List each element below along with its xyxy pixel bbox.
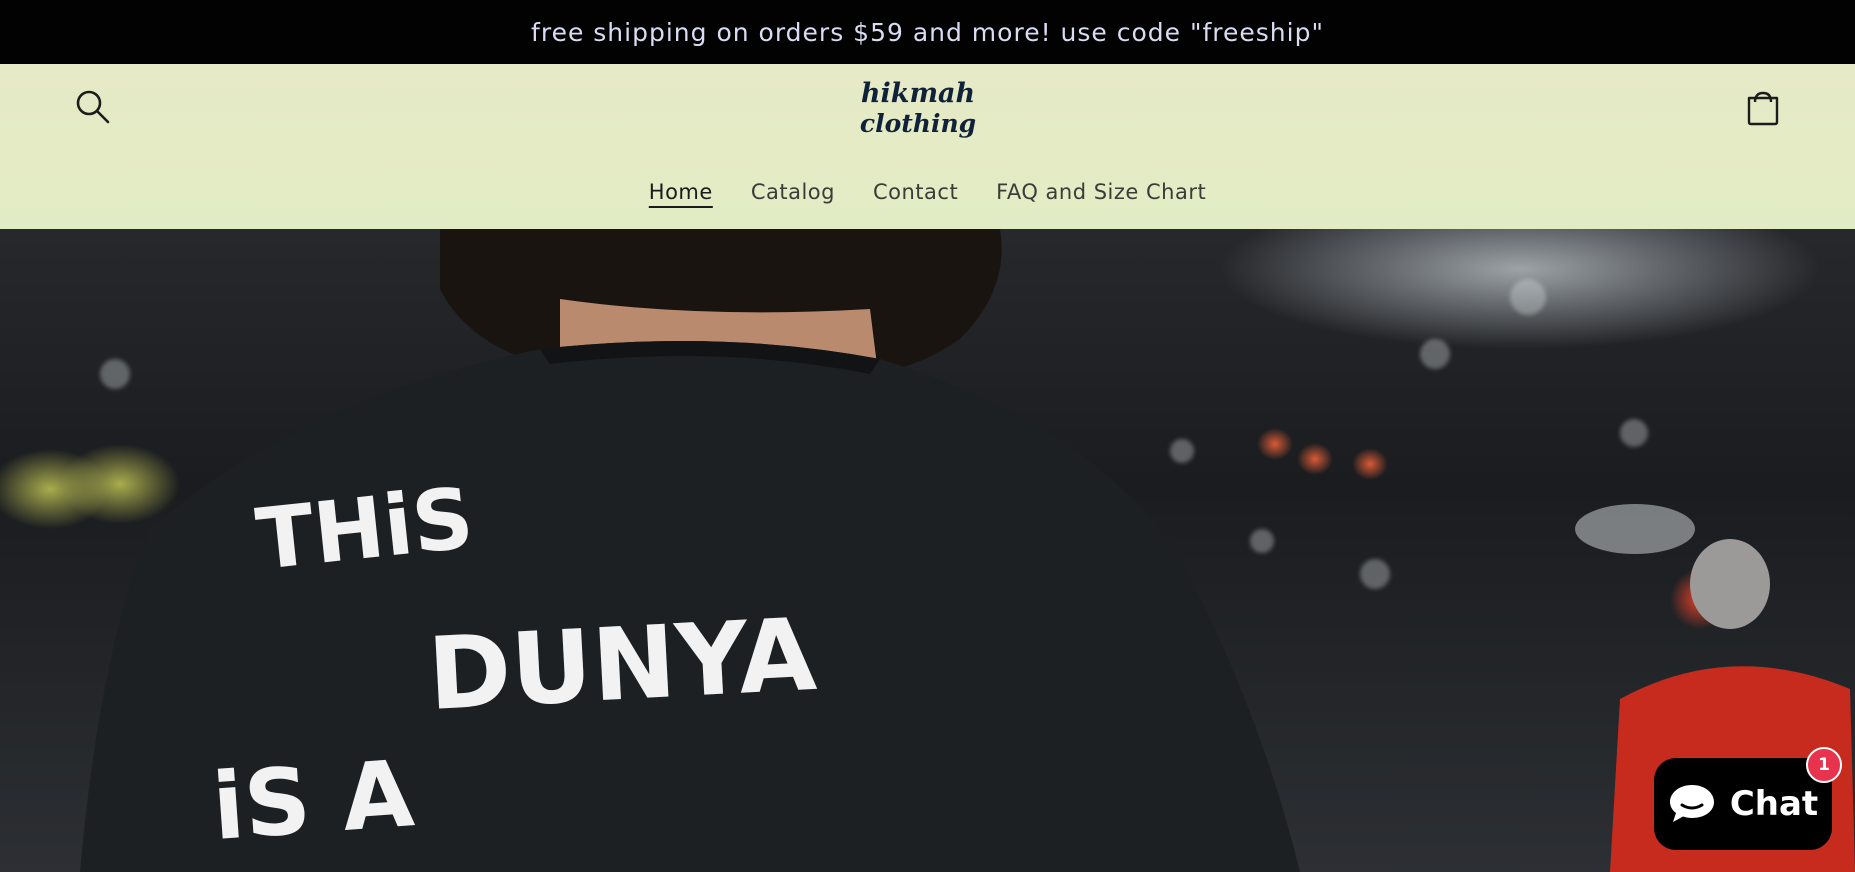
bokeh-light (1510, 279, 1546, 315)
main-nav: Home Catalog Contact FAQ and Size Chart (0, 180, 1855, 220)
announcement-text: free shipping on orders $59 and more! us… (531, 17, 1324, 47)
bokeh-light (1420, 339, 1450, 369)
chat-button[interactable]: Chat (1654, 758, 1832, 850)
shirt-print: THiS DUNYA iS A (209, 469, 819, 861)
nav-faq-size-chart[interactable]: FAQ and Size Chart (996, 180, 1206, 220)
nav-home[interactable]: Home (649, 180, 713, 220)
bokeh-light (1360, 559, 1390, 589)
logo-line-2: clothing (860, 109, 976, 138)
search-button[interactable] (70, 84, 116, 130)
search-icon (76, 90, 110, 124)
hero-banner: THiS DUNYA iS A (0, 229, 1855, 872)
chat-notification-badge: 1 (1806, 747, 1842, 783)
site-logo[interactable]: hikmah clothing (858, 72, 978, 142)
chat-bubble-icon (1669, 785, 1714, 822)
shirt-text-3: iS A (209, 740, 417, 861)
cart-button[interactable] (1740, 84, 1786, 130)
bokeh-light (1620, 419, 1648, 447)
site-header: hikmah clothing Home Catalog Contact FAQ… (0, 64, 1855, 229)
bag-icon (1747, 91, 1779, 126)
shirt-text-1: THiS (252, 469, 478, 589)
nav-catalog[interactable]: Catalog (751, 180, 835, 220)
shirt-text-2: DUNYA (425, 596, 819, 733)
announcement-bar: free shipping on orders $59 and more! us… (0, 0, 1855, 64)
chat-label: Chat (1729, 784, 1819, 824)
nav-contact[interactable]: Contact (873, 180, 958, 220)
logo-line-1: hikmah (861, 78, 975, 109)
